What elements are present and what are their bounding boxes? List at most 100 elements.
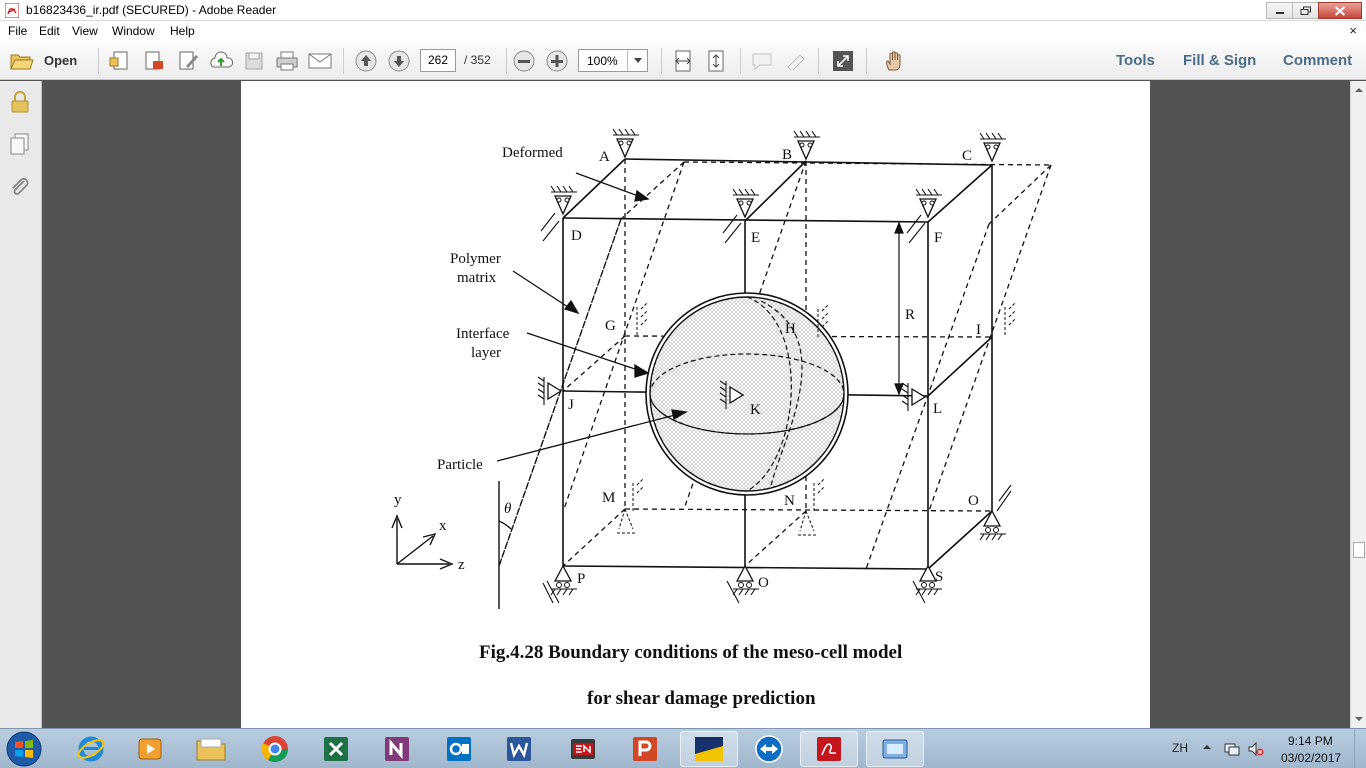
taskbar: ZH 9:14 PM 03/02/2017 [0,728,1366,768]
menu-edit[interactable]: Edit [39,24,60,38]
menu-file[interactable]: File [8,24,27,38]
axis-x-label: x [439,518,447,534]
title-bar: b16823436_ir.pdf (SECURED) - Adobe Reade… [0,0,1366,21]
taskbar-teamviewer[interactable] [740,731,798,767]
zoom-dropdown-arrow[interactable] [627,50,647,71]
next-page-button[interactable] [387,49,411,73]
node-o-bottom: O [758,575,769,591]
minimize-button[interactable] [1266,2,1293,19]
file-explorer-icon [196,738,226,761]
label-interface: Interface [456,326,510,342]
taskbar-endnote[interactable] [554,731,612,767]
chrome-icon [261,736,289,763]
show-hidden-icons-icon[interactable] [1202,742,1212,752]
taskbar-media-player[interactable] [121,731,179,767]
minimize-icon [1275,11,1284,14]
taskbar-outlook[interactable] [430,731,488,767]
node-o-top: O [968,493,979,509]
window-title: b16823436_ir.pdf (SECURED) - Adobe Reade… [26,3,277,17]
menu-view[interactable]: View [72,24,98,38]
page-number-input[interactable]: 262 [420,49,456,72]
zoom-select[interactable]: 100% [578,49,648,72]
figure-caption-line1: Fig.4.28 Boundary conditions of the meso… [479,642,903,663]
scroll-thumb[interactable] [1353,542,1365,558]
create-pdf-button[interactable] [108,49,132,73]
particle-sphere [649,296,845,492]
zoom-in-button[interactable] [545,49,569,73]
node-m: M [602,490,615,506]
fit-page-button[interactable] [671,49,695,73]
scroll-down-icon[interactable] [1354,714,1364,724]
previous-page-button[interactable] [354,49,378,73]
node-i: I [976,322,981,338]
taskbar-chrome[interactable] [246,731,304,767]
fullscreen-icon [833,51,853,71]
theta-label: θ [504,501,512,517]
taskbar-powerpoint[interactable] [616,731,674,767]
taskbar-word[interactable] [490,731,548,767]
print-button[interactable] [275,49,299,73]
media-player-icon [138,738,162,760]
node-k: K [750,402,761,418]
restore-icon [1300,6,1311,15]
figure-caption-line2: for shear damage prediction [587,688,816,709]
save-button[interactable] [242,49,266,73]
taskbar-onenote[interactable] [368,731,426,767]
taskbar-cald3[interactable] [680,731,738,767]
edit-pdf-button[interactable] [176,49,200,73]
email-button[interactable] [308,49,332,73]
word-icon [507,737,531,761]
powerpoint-icon [633,737,657,761]
taskbar-adobe-reader[interactable] [800,731,858,767]
taskbar-internet-explorer[interactable] [62,731,120,767]
hand-tool-button[interactable] [882,49,906,73]
node-a: A [599,149,610,165]
internet-explorer-icon [77,736,105,762]
tools-pane-button[interactable]: Tools [1116,52,1155,69]
fill-sign-pane-button[interactable]: Fill & Sign [1183,52,1256,69]
upload-button[interactable] [209,49,233,73]
taskbar-excel[interactable] [307,731,365,767]
node-g: G [605,318,616,334]
network-icon[interactable] [1224,741,1240,757]
export-pdf-icon [145,51,163,70]
taskbar-media-center[interactable] [866,731,924,767]
close-document-button[interactable]: × [1349,23,1357,38]
fit-width-button[interactable] [704,49,728,73]
open-label[interactable]: Open [44,53,77,68]
taskbar-file-explorer[interactable] [182,731,240,767]
clock-time[interactable]: 9:14 PM [1288,734,1333,748]
close-window-button[interactable] [1318,2,1362,19]
zoom-out-button[interactable] [512,49,536,73]
language-indicator[interactable]: ZH [1172,741,1188,755]
volume-muted-icon[interactable] [1248,741,1264,757]
node-d: D [571,228,582,244]
comment-pane-button[interactable]: Comment [1283,52,1352,69]
label-layer: layer [471,345,501,361]
restore-button[interactable] [1292,2,1319,19]
highlight-button[interactable] [784,49,808,73]
clock-date[interactable]: 03/02/2017 [1281,751,1341,765]
email-icon [308,53,332,69]
fit-page-icon [675,50,691,72]
vertical-scrollbar[interactable] [1350,81,1366,728]
label-matrix: matrix [457,270,497,286]
show-desktop-button[interactable] [1354,729,1366,768]
lock-icon[interactable] [8,90,32,114]
export-pdf-button[interactable] [142,49,166,73]
open-button[interactable] [10,49,34,73]
zoom-value: 100% [587,54,618,68]
start-button[interactable] [4,730,44,768]
pages-icon[interactable] [8,132,32,156]
attachment-icon[interactable] [8,175,32,199]
node-h: H [785,321,796,337]
toolbar: Open [0,41,1366,113]
cald3-icon [695,737,723,761]
highlight-icon [787,54,805,70]
fullscreen-button[interactable] [831,49,855,73]
menu-help[interactable]: Help [170,24,195,38]
scroll-up-icon[interactable] [1354,85,1364,95]
menu-window[interactable]: Window [112,24,155,38]
comment-button[interactable] [750,49,774,73]
teamviewer-icon [755,735,783,763]
